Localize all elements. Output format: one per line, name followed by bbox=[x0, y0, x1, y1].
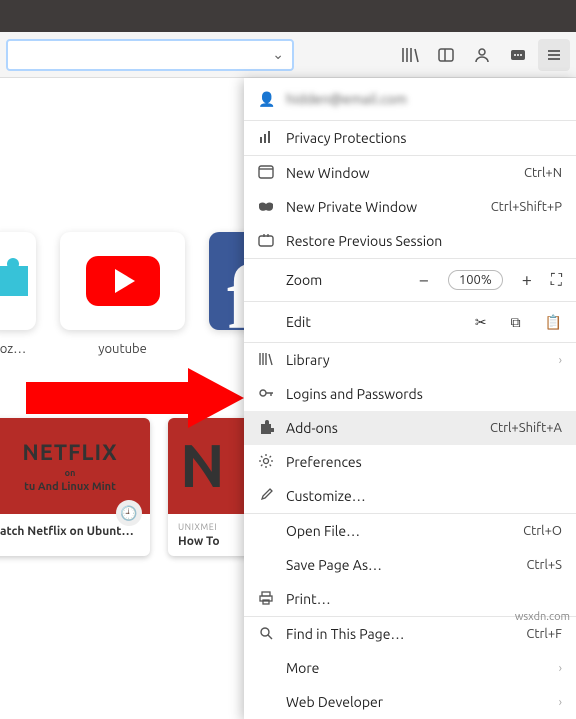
addon-icon bbox=[258, 419, 274, 438]
youtube-icon bbox=[86, 256, 160, 306]
watermark: wsxdn.com bbox=[515, 611, 570, 623]
shortcut: Ctrl+N bbox=[524, 166, 562, 180]
zoom-out-button[interactable]: − bbox=[414, 270, 434, 290]
paste-icon[interactable]: 📋 bbox=[545, 314, 562, 331]
printer-icon bbox=[258, 590, 274, 609]
window-icon bbox=[258, 165, 274, 182]
window-titlebar bbox=[0, 0, 576, 32]
sidebar-toolbar-icon[interactable] bbox=[430, 39, 462, 71]
annotation-arrow bbox=[26, 368, 246, 428]
zoom-level[interactable]: 100% bbox=[448, 270, 503, 290]
shortcut: Ctrl+O bbox=[523, 524, 562, 538]
menu-web-developer[interactable]: Web Developer › bbox=[244, 685, 576, 719]
zoom-in-button[interactable]: + bbox=[517, 270, 537, 290]
menu-save-page-as[interactable]: Save Page As… Ctrl+S bbox=[244, 548, 576, 582]
search-icon bbox=[258, 625, 274, 644]
menu-edit-row: Edit ✂ ⧉ 📋 bbox=[244, 302, 576, 342]
top-site-tile[interactable]: oz… bbox=[0, 232, 36, 356]
menu-logins[interactable]: Logins and Passwords bbox=[244, 377, 576, 411]
account-icon: 👤 bbox=[258, 91, 274, 108]
menu-restore-session[interactable]: Restore Previous Session bbox=[244, 224, 576, 258]
menu-open-file[interactable]: Open File… Ctrl+O bbox=[244, 514, 576, 548]
menu-more[interactable]: More › bbox=[244, 651, 576, 685]
menu-privacy-protections[interactable]: Privacy Protections bbox=[244, 121, 576, 155]
fullscreen-icon[interactable]: ⛶ bbox=[551, 271, 562, 290]
shortcut: Ctrl+Shift+A bbox=[490, 421, 562, 435]
menu-addons[interactable]: Add-ons Ctrl+Shift+A bbox=[244, 411, 576, 445]
puzzle-piece-icon bbox=[0, 266, 28, 296]
restore-icon bbox=[258, 233, 274, 250]
menu-account[interactable]: 👤 hidden@email.com bbox=[244, 78, 576, 120]
chevron-right-icon: › bbox=[559, 662, 562, 675]
paintbrush-icon bbox=[258, 487, 274, 506]
menu-customize[interactable]: Customize… bbox=[244, 479, 576, 513]
menu-new-private-window[interactable]: New Private Window Ctrl+Shift+P bbox=[244, 190, 576, 224]
tile-caption: youtube bbox=[60, 342, 185, 356]
hamburger-menu-button[interactable] bbox=[538, 39, 570, 71]
menu-zoom-row: Zoom − 100% + ⛶ bbox=[244, 259, 576, 301]
copy-icon[interactable]: ⧉ bbox=[511, 314, 521, 331]
cut-icon[interactable]: ✂ bbox=[475, 314, 487, 331]
netflix-logo-text: NETFLIX bbox=[22, 440, 117, 465]
chevron-right-icon: › bbox=[559, 354, 562, 367]
mask-icon bbox=[258, 199, 274, 215]
shield-chart-icon bbox=[258, 129, 274, 148]
gear-icon bbox=[258, 453, 274, 472]
key-icon bbox=[258, 385, 274, 404]
shortcut: Ctrl+S bbox=[526, 558, 562, 572]
shortcut: Ctrl+F bbox=[526, 627, 562, 641]
menu-new-window[interactable]: New Window Ctrl+N bbox=[244, 156, 576, 190]
url-bar[interactable]: ⌄ bbox=[6, 39, 294, 71]
chevron-down-icon[interactable]: ⌄ bbox=[272, 46, 284, 63]
menu-preferences[interactable]: Preferences bbox=[244, 445, 576, 479]
chevron-right-icon: › bbox=[559, 696, 562, 709]
history-icon: 🕘 bbox=[116, 500, 142, 526]
library-toolbar-icon[interactable] bbox=[394, 39, 426, 71]
shortcut: Ctrl+Shift+P bbox=[491, 200, 562, 214]
card-title: atch Netflix on Ubunt… bbox=[0, 525, 140, 538]
overflow-toolbar-icon[interactable] bbox=[502, 39, 534, 71]
menu-library[interactable]: Library › bbox=[244, 343, 576, 377]
tile-caption: oz… bbox=[0, 342, 36, 356]
browser-toolbar: ⌄ bbox=[0, 32, 576, 78]
account-toolbar-icon[interactable] bbox=[466, 39, 498, 71]
library-icon bbox=[258, 351, 274, 370]
top-site-tile[interactable]: youtube bbox=[60, 232, 185, 356]
highlight-card[interactable]: NETFLIX on tu And Linux Mint 🕘 atch Netf… bbox=[0, 418, 150, 556]
